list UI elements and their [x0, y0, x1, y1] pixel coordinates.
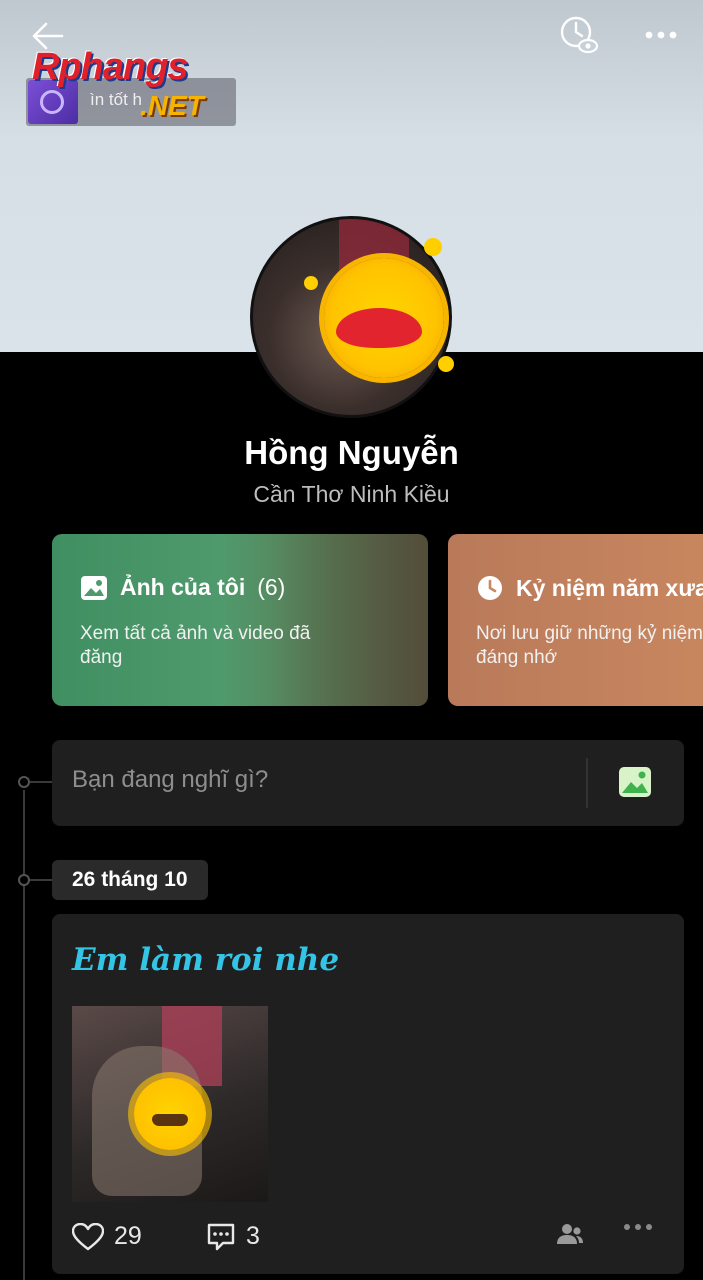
like-count: 29: [114, 1222, 142, 1250]
timeline-connector: [30, 781, 52, 783]
comment-count: 3: [246, 1222, 260, 1250]
more-horizontal-icon: [624, 1224, 652, 1230]
post-text: Em làm roi nhe: [72, 942, 340, 978]
splash-drop: [424, 238, 442, 256]
watermark-domain: .NET: [140, 90, 204, 121]
privacy-button[interactable]: [556, 1222, 584, 1246]
more-options-button[interactable]: [638, 18, 684, 52]
post-more-button[interactable]: [622, 1222, 654, 1232]
watermark-brand: Rphangs: [32, 46, 189, 88]
post-actions: 29 3: [72, 1222, 664, 1262]
sun-sticker-icon: [134, 1078, 206, 1150]
more-horizontal-icon: [645, 31, 677, 39]
timeline-date: 26 tháng 10: [52, 860, 208, 900]
my-photos-subtitle: Xem tất cả ảnh và video đã đăng: [80, 623, 311, 668]
post-composer[interactable]: Bạn đang nghĩ gì?: [52, 740, 684, 826]
friends-icon: [557, 1224, 583, 1244]
my-photos-title: Ảnh của tôi: [120, 574, 246, 600]
composer-placeholder[interactable]: Bạn đang nghĩ gì?: [72, 766, 268, 794]
photo-icon: [81, 575, 107, 600]
watermark-logo: ìn tốt h Rphangs .NET: [26, 46, 242, 128]
my-photos-card[interactable]: Ảnh của tôi (6) Xem tất cả ảnh và video …: [52, 534, 428, 706]
profile-name: Hồng Nguyễn: [244, 434, 459, 471]
post-card[interactable]: Em làm roi nhe 29 3: [52, 914, 684, 1274]
lips-sticker-icon: [336, 308, 422, 348]
composer-divider: [586, 758, 588, 808]
memories-subtitle: Nơi lưu giữ những kỷ niệm đáng nhớ: [476, 623, 703, 668]
heart-icon: [72, 1222, 104, 1250]
view-history-button[interactable]: [556, 12, 602, 58]
gallery-icon[interactable]: [618, 766, 652, 798]
comment-icon: [207, 1223, 235, 1250]
watermark-tagline: ìn tốt h: [90, 90, 142, 109]
history-icon: [478, 576, 502, 600]
memories-title: Kỷ niệm năm xưa: [516, 574, 703, 601]
my-photos-count: (6): [257, 574, 286, 600]
memories-card[interactable]: Kỷ niệm năm xưa Nơi lưu giữ những kỷ niệ…: [448, 534, 703, 706]
splash-drop: [304, 276, 318, 290]
profile-location: Cần Thơ Ninh Kiều: [253, 481, 450, 507]
like-button[interactable]: 29: [72, 1222, 142, 1251]
timeline-dot: [18, 776, 30, 788]
post-photo[interactable]: [72, 1006, 268, 1202]
timeline-line: [23, 790, 25, 1280]
timeline-dot: [18, 874, 30, 886]
splash-drop: [438, 356, 454, 372]
clock-eye-icon: [560, 16, 599, 54]
mustache-icon: [152, 1114, 188, 1126]
comment-button[interactable]: 3: [206, 1222, 260, 1251]
timeline-connector: [30, 879, 52, 881]
